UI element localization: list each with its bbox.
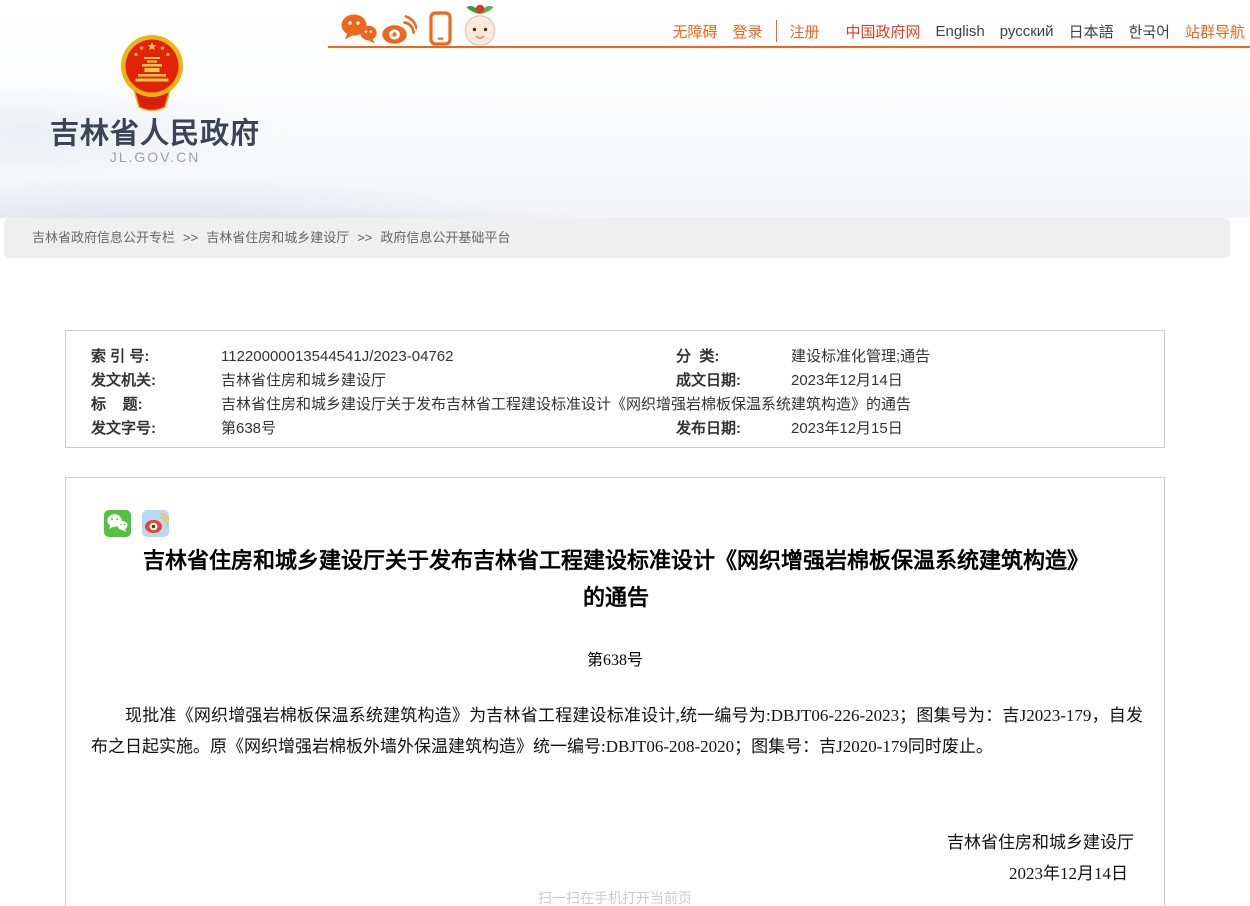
meta-doc-no-value: 第638号 [221, 417, 276, 441]
site-title: 吉林省人民政府 [45, 110, 265, 152]
page: 无障碍 登录 注册 中国政府网 English русский 日本語 한국어 … [0, 0, 1250, 906]
signature-date: 2023年12月14日 [1009, 859, 1128, 884]
meta-index-value: 11220000013544541J/2023-04762 [221, 345, 453, 369]
document-title: 吉林省住房和城乡建设厅关于发布吉林省工程建设标准设计《网织增强岩棉板保温系统建筑… [136, 542, 1096, 616]
meta-row-doc-no: 发文字号: 第638号 发布日期: 2023年12月15日 [66, 417, 1164, 441]
site-group-nav-link[interactable]: 站群导航 [1185, 21, 1245, 42]
site-header: 无障碍 登录 注册 中国政府网 English русский 日本語 한국어 … [0, 0, 1250, 218]
document-number: 第638号 [66, 646, 1164, 670]
meta-title-label: 标 题: [91, 393, 143, 417]
document-content-box: 吉林省住房和城乡建设厅关于发布吉林省工程建设标准设计《网织增强岩棉板保温系统建筑… [65, 477, 1165, 906]
meta-row-title: 标 题: 吉林省住房和城乡建设厅关于发布吉林省工程建设标准设计《网织增强岩棉板保… [66, 393, 1164, 417]
national-emblem-icon [118, 34, 186, 112]
breadcrumb: 吉林省政府信息公开专栏 >> 吉林省住房和城乡建设厅 >> 政府信息公开基础平台 [4, 218, 1230, 258]
lang-english-link[interactable]: English [936, 23, 985, 40]
meta-publish-date-label: 发布日期: [676, 417, 741, 441]
meta-org-label: 发文机关: [91, 369, 156, 393]
accessibility-link[interactable]: 无障碍 [672, 21, 717, 42]
breadcrumb-separator: >> [183, 230, 198, 245]
meta-row-org: 发文机关: 吉林省住房和城乡建设厅 成文日期: 2023年12月14日 [66, 369, 1164, 393]
meta-publish-date-value: 2023年12月15日 [791, 417, 903, 441]
meta-category-value: 建设标准化管理;通告 [791, 345, 930, 369]
header-divider [328, 46, 1250, 48]
mobile-icon[interactable] [429, 11, 452, 46]
breadcrumb-separator: >> [357, 230, 372, 245]
share-icons [104, 510, 176, 537]
meta-title-value: 吉林省住房和城乡建设厅关于发布吉林省工程建设标准设计《网织增强岩棉板保温系统建筑… [221, 393, 911, 417]
site-domain: JL.GOV.CN [45, 149, 265, 165]
document-body-paragraph: 现批准《网织增强岩棉板保温系统建筑构造》为吉林省工程建设标准设计,统一编号为:D… [91, 700, 1143, 762]
meta-row-index: 索 引 号: 11220000013544541J/2023-04762 分 类… [66, 345, 1164, 369]
wechat-share-icon[interactable] [104, 510, 131, 537]
lang-japanese-link[interactable]: 日本語 [1069, 21, 1114, 42]
signature-organization: 吉林省住房和城乡建设厅 [947, 828, 1134, 853]
meta-category-label: 分 类: [676, 345, 719, 369]
lang-korean-link[interactable]: 한국어 [1129, 21, 1170, 42]
meta-written-date-label: 成文日期: [676, 369, 741, 393]
header-top-links: 无障碍 登录 注册 中国政府网 English русский 日本語 한국어 … [657, 20, 1245, 42]
mascot-icon[interactable] [463, 3, 497, 47]
login-link[interactable]: 登录 [732, 21, 762, 42]
weibo-share-icon[interactable] [142, 510, 169, 537]
meta-doc-no-label: 发文字号: [91, 417, 156, 441]
breadcrumb-info-disclosure-channel[interactable]: 吉林省政府信息公开专栏 [32, 230, 175, 245]
china-gov-portal-link[interactable]: 中国政府网 [846, 21, 921, 42]
lang-russian-link[interactable]: русский [1000, 23, 1054, 40]
meta-org-value: 吉林省住房和城乡建设厅 [221, 369, 386, 393]
breadcrumb-info-platform[interactable]: 政府信息公开基础平台 [380, 230, 510, 245]
breadcrumb-housing-dept[interactable]: 吉林省住房和城乡建设厅 [206, 230, 349, 245]
login-register-divider [776, 20, 777, 42]
meta-written-date-value: 2023年12月14日 [791, 369, 903, 393]
site-logo[interactable]: 吉林省人民政府 JL.GOV.CN [0, 0, 420, 218]
scan-qr-hint: 扫一扫在手机打开当前页 [66, 888, 1164, 906]
document-meta-table: 索 引 号: 11220000013544541J/2023-04762 分 类… [65, 330, 1165, 448]
meta-index-label: 索 引 号: [91, 345, 149, 369]
register-link[interactable]: 注册 [790, 21, 820, 42]
